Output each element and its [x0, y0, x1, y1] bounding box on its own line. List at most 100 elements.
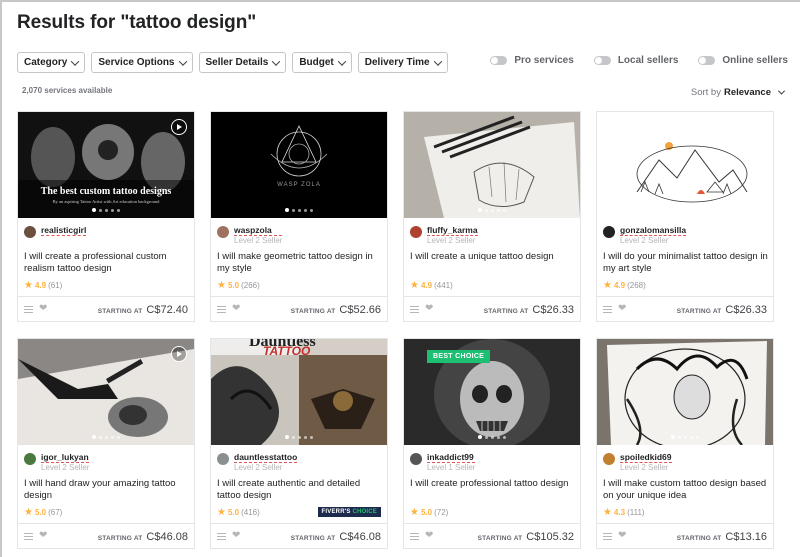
heart-icon[interactable]: ❤ [232, 303, 240, 314]
gig-title[interactable]: I will make geometric tattoo design in m… [217, 251, 382, 275]
switch[interactable] [698, 56, 716, 65]
carousel-dot[interactable] [304, 208, 307, 212]
carousel-dot[interactable] [503, 435, 506, 439]
carousel-dot[interactable] [285, 435, 289, 439]
menu-icon[interactable] [24, 306, 33, 313]
filter-service-options[interactable]: Service Options [91, 52, 193, 73]
gig-price[interactable]: STARTING AT C$26.33 [677, 304, 767, 316]
carousel-dot[interactable] [298, 208, 301, 212]
carousel-dot[interactable] [671, 208, 675, 212]
seller-name[interactable]: realisticgirl [41, 225, 87, 236]
filter-category[interactable]: Category [17, 52, 86, 73]
play-icon[interactable] [171, 346, 187, 362]
gig-title[interactable]: I will create authentic and detailed tat… [217, 478, 382, 502]
seller-name[interactable]: dauntlesstattoo [234, 452, 298, 463]
heart-icon[interactable]: ❤ [232, 530, 240, 541]
gig-title[interactable]: I will create a unique tattoo design [410, 251, 575, 263]
carousel-dot[interactable] [310, 208, 313, 212]
carousel-dot[interactable] [304, 435, 307, 439]
carousel-dot[interactable] [491, 208, 494, 212]
gig-card[interactable]: fluffy_karma Level 2 Seller I will create … [403, 111, 581, 322]
gig-price[interactable]: STARTING AT C$13.16 [677, 531, 767, 543]
seller-name[interactable]: gonzalomansilla [620, 225, 687, 236]
avatar[interactable] [24, 453, 36, 465]
carousel-dot[interactable] [696, 208, 699, 212]
carousel-dot[interactable] [678, 208, 681, 212]
carousel-dot[interactable] [690, 208, 693, 212]
gig-price[interactable]: STARTING AT C$72.40 [98, 304, 188, 316]
sort-dropdown[interactable]: Sort by Relevance [691, 87, 786, 98]
heart-icon[interactable]: ❤ [425, 303, 433, 314]
carousel-dot[interactable] [105, 435, 108, 439]
carousel-dot[interactable] [485, 208, 488, 212]
gig-card[interactable]: igor_lukyan Level 2 Seller I will hand dra… [17, 338, 195, 549]
carousel-dot[interactable] [117, 208, 120, 212]
carousel-dot[interactable] [696, 435, 699, 439]
switch[interactable] [490, 56, 508, 65]
carousel-dot[interactable] [690, 435, 693, 439]
avatar[interactable] [603, 226, 615, 238]
filter-seller-details[interactable]: Seller Details [198, 52, 287, 73]
seller-name[interactable]: igor_lukyan [41, 452, 90, 463]
gig-thumbnail[interactable] [404, 112, 580, 218]
carousel-dot[interactable] [491, 435, 494, 439]
gig-price[interactable]: STARTING AT C$105.32 [478, 531, 574, 543]
avatar[interactable] [217, 226, 229, 238]
carousel-dot[interactable] [292, 435, 295, 439]
carousel-dot[interactable] [117, 435, 120, 439]
carousel-dot[interactable] [298, 435, 301, 439]
menu-icon[interactable] [217, 306, 226, 313]
seller-name[interactable]: inkaddict99 [427, 452, 476, 463]
carousel-dot[interactable] [92, 435, 96, 439]
toggle-local-sellers[interactable]: Local sellers [593, 55, 678, 66]
gig-thumbnail[interactable]: WASP ZOLA [211, 112, 387, 218]
carousel-dot[interactable] [497, 435, 500, 439]
heart-icon[interactable]: ❤ [618, 530, 626, 541]
gig-title[interactable]: I will do your minimalist tattoo design … [603, 251, 768, 275]
menu-icon[interactable] [410, 306, 419, 313]
menu-icon[interactable] [603, 533, 612, 540]
gig-thumbnail[interactable]: Dauntless TATTOO [211, 339, 387, 445]
switch[interactable] [593, 56, 611, 65]
carousel-dots[interactable] [18, 208, 194, 212]
toggle-online-sellers[interactable]: Online sellers [698, 55, 788, 66]
carousel-dot[interactable] [671, 435, 675, 439]
gig-card[interactable]: gonzalomansilla Level 2 Seller I will do y… [596, 111, 774, 322]
gig-title[interactable]: I will create professional tattoo design [410, 478, 575, 490]
toggle-pro-services[interactable]: Pro services [490, 55, 574, 66]
carousel-dots[interactable] [404, 435, 580, 439]
heart-icon[interactable]: ❤ [618, 303, 626, 314]
heart-icon[interactable]: ❤ [39, 530, 47, 541]
carousel-dot[interactable] [485, 435, 488, 439]
carousel-dot[interactable] [684, 435, 687, 439]
gig-price[interactable]: STARTING AT C$26.33 [484, 304, 574, 316]
heart-icon[interactable]: ❤ [39, 303, 47, 314]
avatar[interactable] [217, 453, 229, 465]
carousel-dots[interactable] [404, 208, 580, 212]
gig-card[interactable]: BEST CHOICE inkaddict99 Level 1 Seller I wi… [403, 338, 581, 549]
avatar[interactable] [410, 226, 422, 238]
carousel-dot[interactable] [684, 208, 687, 212]
carousel-dot[interactable] [678, 435, 681, 439]
carousel-dot[interactable] [503, 208, 506, 212]
gig-card[interactable]: The best custom tattoo designs By an aspi… [17, 111, 195, 322]
filter-delivery-time[interactable]: Delivery Time [357, 52, 448, 73]
gig-thumbnail[interactable] [18, 339, 194, 445]
carousel-dot[interactable] [92, 208, 96, 212]
carousel-dot[interactable] [310, 435, 313, 439]
seller-name[interactable]: fluffy_karma [427, 225, 478, 236]
gig-card[interactable]: Dauntless TATTOO dauntlesstattoo Level 2 Se… [210, 338, 388, 549]
menu-icon[interactable] [603, 306, 612, 313]
seller-name[interactable]: spoiledkid69 [620, 452, 672, 463]
gig-card[interactable]: spoiledkid69 Level 2 Seller I will make cu… [596, 338, 774, 549]
carousel-dot[interactable] [99, 435, 102, 439]
carousel-dot[interactable] [111, 208, 114, 212]
play-icon[interactable] [171, 119, 187, 135]
carousel-dots[interactable] [18, 435, 194, 439]
carousel-dot[interactable] [478, 435, 482, 439]
gig-price[interactable]: STARTING AT C$52.66 [291, 304, 381, 316]
carousel-dot[interactable] [497, 208, 500, 212]
carousel-dot[interactable] [99, 208, 102, 212]
carousel-dot[interactable] [292, 208, 295, 212]
avatar[interactable] [24, 226, 36, 238]
